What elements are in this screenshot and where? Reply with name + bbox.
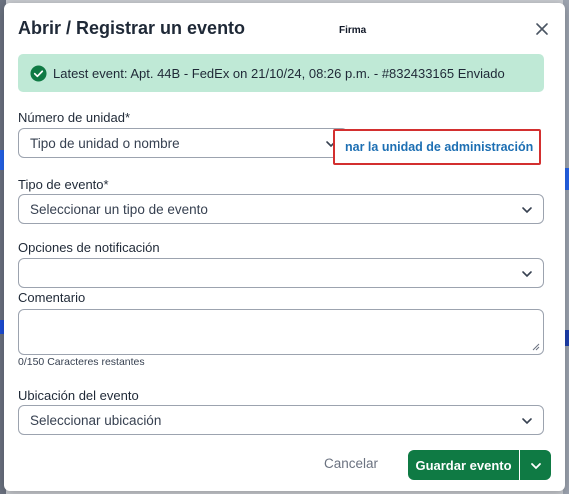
register-event-dialog: Abrir / Registrar un evento Firma Latest…	[4, 3, 565, 491]
save-options-dropdown-button[interactable]	[520, 450, 551, 480]
event-location-placeholder: Seleccionar ubicación	[30, 412, 162, 428]
notification-options-select[interactable]	[18, 258, 544, 288]
admin-unit-link[interactable]: nar la unidad de administración	[333, 129, 541, 165]
chevron-down-icon	[531, 463, 541, 470]
unit-number-input[interactable]: Tipo de unidad o nombre	[18, 128, 348, 158]
event-location-label: Ubicación del evento	[18, 388, 139, 403]
comment-label: Comentario	[18, 290, 86, 305]
save-event-button[interactable]: Guardar evento	[408, 450, 519, 480]
resize-grip-icon[interactable]	[532, 343, 540, 351]
chevron-down-icon	[522, 271, 532, 278]
admin-unit-link-text[interactable]: nar la unidad de administración	[345, 140, 533, 154]
comment-textarea[interactable]	[18, 309, 544, 355]
event-location-select[interactable]: Seleccionar ubicación	[18, 405, 544, 435]
comment-char-counter: 0/150 Caracteres restantes	[18, 356, 145, 368]
event-type-label: Tipo de evento*	[18, 177, 109, 192]
chevron-down-icon	[522, 207, 532, 214]
event-type-placeholder: Seleccionar un tipo de evento	[30, 201, 208, 217]
notification-options-label: Opciones de notificación	[18, 240, 160, 255]
unit-number-placeholder: Tipo de unidad o nombre	[30, 135, 180, 151]
banner-text: Latest event: Apt. 44B - FedEx on 21/10/…	[53, 65, 505, 81]
dialog-title: Abrir / Registrar un evento	[18, 18, 246, 38]
event-type-select[interactable]: Seleccionar un tipo de evento	[18, 194, 544, 224]
check-circle-icon	[30, 64, 47, 82]
unit-number-label: Número de unidad*	[18, 110, 131, 125]
chevron-down-icon	[522, 418, 532, 425]
close-icon[interactable]	[532, 19, 552, 39]
cancel-button[interactable]: Cancelar	[324, 456, 378, 471]
firma-label: Firma	[339, 25, 367, 36]
latest-event-banner: Latest event: Apt. 44B - FedEx on 21/10/…	[18, 54, 544, 92]
